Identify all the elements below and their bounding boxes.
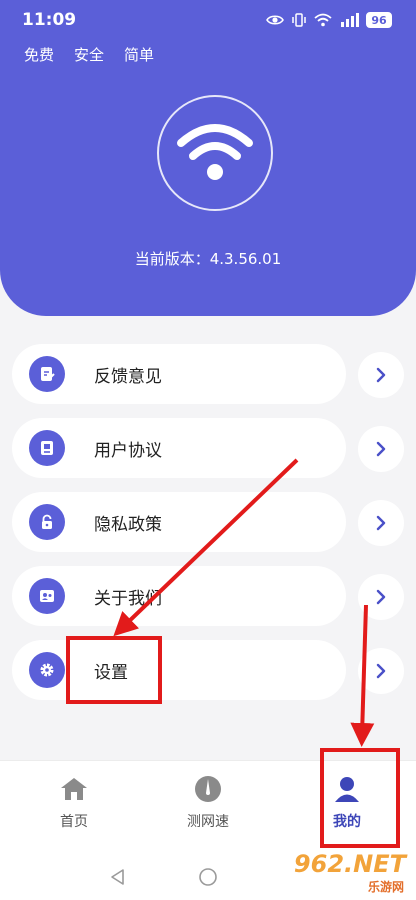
- signal-icon: [339, 13, 359, 27]
- tab-home[interactable]: 首页: [5, 761, 143, 855]
- feature-tags: 免费 安全 简单: [24, 44, 154, 65]
- annotation-box-mine: [320, 748, 400, 848]
- menu-item-pill[interactable]: 关于我们: [12, 566, 346, 626]
- chevron-right-icon[interactable]: [358, 352, 404, 398]
- tag-simple: 简单: [124, 46, 155, 64]
- tag-free: 免费: [24, 46, 55, 64]
- agreement-icon: [29, 430, 65, 466]
- menu-item-pill[interactable]: 设置: [12, 640, 346, 700]
- menu-item-label: 关于我们: [94, 588, 162, 609]
- menu-item-pill[interactable]: 反馈意见: [12, 344, 346, 404]
- header-banner: 11:09 96 免费 安全 简单 当前版本：4.3.56.01: [0, 0, 416, 316]
- menu-item-pill[interactable]: 隐私政策: [12, 492, 346, 552]
- tag-safe: 安全: [74, 46, 105, 64]
- menu-item-privacy[interactable]: 隐私政策: [12, 492, 404, 552]
- feedback-icon: [29, 356, 65, 392]
- chevron-right-icon[interactable]: [358, 500, 404, 546]
- status-time: 11:09: [22, 10, 77, 30]
- version-label: 当前版本：4.3.56.01: [134, 250, 282, 268]
- home-icon: [59, 775, 89, 803]
- chevron-right-icon[interactable]: [358, 574, 404, 620]
- chevron-right-icon[interactable]: [358, 648, 404, 694]
- watermark-logo: 962.NET: [293, 850, 406, 878]
- menu-item-label: 用户协议: [94, 440, 162, 461]
- speed-gauge-icon: [194, 775, 222, 803]
- lock-icon: [29, 504, 65, 540]
- app-logo: [157, 95, 273, 211]
- gear-icon: [29, 652, 65, 688]
- menu-item-feedback[interactable]: 反馈意见: [12, 344, 404, 404]
- menu-item-label: 隐私政策: [94, 514, 162, 535]
- status-icons: 96: [266, 10, 392, 30]
- wifi-icon: [314, 13, 332, 27]
- wifi-icon: [175, 119, 255, 187]
- watermark-sub: 乐游网: [367, 880, 404, 894]
- status-bar: 11:09 96: [0, 0, 416, 40]
- tab-speedtest[interactable]: 测网速: [139, 761, 277, 855]
- tab-label: 首页: [60, 814, 88, 830]
- chevron-right-icon[interactable]: [358, 426, 404, 472]
- back-icon[interactable]: [108, 867, 128, 891]
- menu-item-agreement[interactable]: 用户协议: [12, 418, 404, 478]
- tab-label: 测网速: [187, 814, 229, 830]
- menu-item-about[interactable]: 关于我们: [12, 566, 404, 626]
- vibrate-icon: [291, 12, 307, 28]
- battery-icon: 96: [366, 12, 392, 28]
- home-circle-icon[interactable]: [198, 867, 218, 891]
- eye-icon: [266, 13, 284, 27]
- menu-item-pill[interactable]: 用户协议: [12, 418, 346, 478]
- menu-item-label: 反馈意见: [94, 366, 162, 387]
- annotation-box-settings: [66, 636, 162, 704]
- about-icon: [29, 578, 65, 614]
